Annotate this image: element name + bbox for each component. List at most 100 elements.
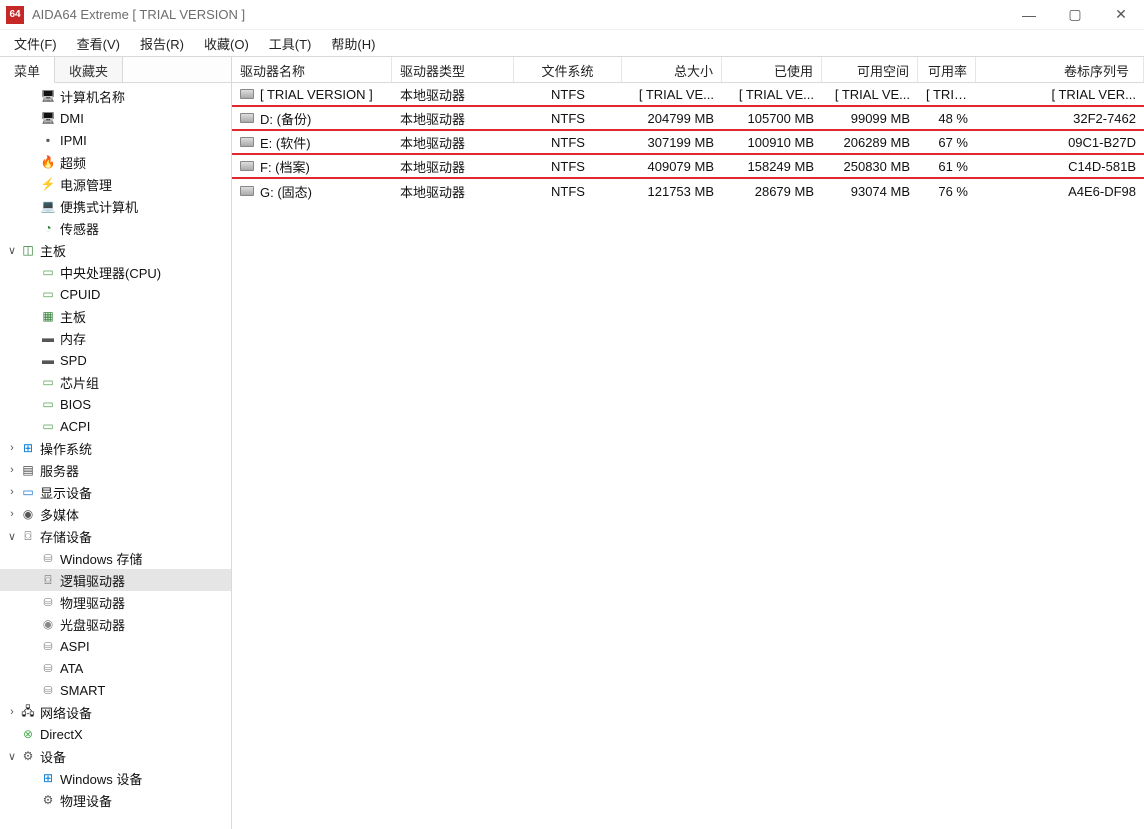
tree-node[interactable]: › 多媒体 [0,503,231,525]
tree-node-label: 电源管理 [60,175,112,194]
tree-node[interactable]: ›显示设备 [0,481,231,503]
disk-icon [20,528,36,544]
tree-node-label: IPMI [60,133,87,148]
app-logo-icon: 64 [6,6,24,24]
gear-icon [20,748,36,764]
tree-node-label: 逻辑驱动器 [60,571,125,590]
table-cell: 204799 MB [622,109,722,128]
tree-node[interactable]: 芯片组 [0,371,231,393]
table-cell: 67 % [918,133,976,152]
drive-icon [40,550,56,566]
minimize-button[interactable]: — [1006,0,1052,30]
expand-icon[interactable]: ∨ [4,244,20,257]
media-icon [20,506,36,522]
expand-icon[interactable]: › [4,706,20,718]
tree-node[interactable]: ATA [0,657,231,679]
menu-item[interactable]: 文件(F) [4,31,67,56]
tab-favorites[interactable]: 收藏夹 [55,57,123,82]
tree-node-label: 多媒体 [40,505,79,524]
drive-icon [40,660,56,676]
table-row[interactable]: D: (备份)本地驱动器NTFS204799 MB105700 MB99099 … [232,107,1144,131]
tree-node[interactable]: ›操作系统 [0,437,231,459]
tree-node[interactable]: ∨主板 [0,239,231,261]
tree-node[interactable]: DirectX [0,723,231,745]
menu-item[interactable]: 工具(T) [259,31,322,56]
expand-icon[interactable]: › [4,442,20,454]
tree-node[interactable]: 超频 [0,151,231,173]
menu-item[interactable]: 报告(R) [130,31,194,56]
tree-node[interactable]: ASPI [0,635,231,657]
tree-node[interactable]: 物理驱动器 [0,591,231,613]
tab-menu[interactable]: 菜单 [0,57,55,83]
tree-node[interactable]: ›网络设备 [0,701,231,723]
table-cell: 99099 MB [822,109,918,128]
tree-node-label: 传感器 [60,219,99,238]
display-icon [20,484,36,500]
column-header[interactable]: 可用空间 [822,57,918,82]
tree-node[interactable]: IPMI [0,129,231,151]
tree-node[interactable]: 主板 [0,305,231,327]
column-header[interactable]: 已使用 [722,57,822,82]
tree-node[interactable]: Windows 存储 [0,547,231,569]
maximize-button[interactable]: ▢ [1052,0,1098,30]
table-cell: NTFS [514,133,622,152]
tree-node[interactable]: 光盘驱动器 [0,613,231,635]
nav-tree[interactable]: 计算机名称DMIIPMI超频电源管理便携式计算机传感器∨主板中央处理器(CPU)… [0,83,231,829]
tree-node[interactable]: BIOS [0,393,231,415]
tree-node-label: 存储设备 [40,527,92,546]
table-cell: 09C1-B27D [976,133,1144,152]
column-header[interactable]: 驱动器类型 [392,57,514,82]
tree-node[interactable]: 中央处理器(CPU) [0,261,231,283]
table-cell: [ TRIA... [918,85,976,104]
tree-node[interactable]: DMI [0,107,231,129]
column-header[interactable]: 总大小 [622,57,722,82]
menu-item[interactable]: 帮助(H) [321,31,385,56]
menu-item[interactable]: 收藏(O) [194,31,259,56]
column-header[interactable]: 驱动器名称 [232,57,392,82]
menu-item[interactable]: 查看(V) [67,31,130,56]
expand-icon[interactable]: ∨ [4,750,20,763]
close-button[interactable]: ✕ [1098,0,1144,30]
tree-node[interactable]: 便携式计算机 [0,195,231,217]
drive-icon [240,161,254,171]
tree-node[interactable]: ACPI [0,415,231,437]
table-cell: F: (档案) [232,155,392,178]
tree-node[interactable]: 传感器 [0,217,231,239]
expand-icon[interactable]: › [4,464,20,476]
tree-node[interactable]: 电源管理 [0,173,231,195]
column-header[interactable]: 文件系统 [514,57,622,82]
tree-node[interactable]: ∨ 存储设备 [0,525,231,547]
column-header[interactable]: 可用率 [918,57,976,82]
table-row[interactable]: G: (固态)本地驱动器NTFS121753 MB28679 MB93074 M… [232,179,1144,203]
table-row[interactable]: [ TRIAL VERSION ]本地驱动器NTFS[ TRIAL VE...[… [232,83,1144,107]
expand-icon[interactable]: › [4,508,20,520]
tree-node[interactable]: SMART [0,679,231,701]
tree-node[interactable]: ∨设备 [0,745,231,767]
expand-icon[interactable]: › [4,486,20,498]
tree-node[interactable]: 内存 [0,327,231,349]
drive-icon [40,594,56,610]
tree-node-label: 超频 [60,153,86,172]
tree-node[interactable]: Windows 设备 [0,767,231,789]
tree-node[interactable]: 物理设备 [0,789,231,811]
tree-node-label: ACPI [60,419,90,434]
table-row[interactable]: E: (软件)本地驱动器NTFS307199 MB100910 MB206289… [232,131,1144,155]
column-header[interactable]: 卷标序列号 [976,57,1144,82]
table-cell: 本地驱动器 [392,107,514,130]
tree-node[interactable]: 计算机名称 [0,85,231,107]
ram-icon [40,330,56,346]
tree-node[interactable]: ›服务器 [0,459,231,481]
tree-node-label: 主板 [60,307,86,326]
tree-node[interactable]: SPD [0,349,231,371]
drive-icon [240,186,254,196]
table-row[interactable]: F: (档案)本地驱动器NTFS409079 MB158249 MB250830… [232,155,1144,179]
expand-icon[interactable]: ∨ [4,530,20,543]
tree-node[interactable]: CPUID [0,283,231,305]
table-cell: 121753 MB [622,182,722,201]
fire-icon [40,154,56,170]
sensor-icon [40,220,56,236]
tree-node-label: 芯片组 [60,373,99,392]
tree-node[interactable]: 逻辑驱动器 [0,569,231,591]
chip-icon [40,374,56,390]
tree-node-label: 计算机名称 [60,87,125,106]
